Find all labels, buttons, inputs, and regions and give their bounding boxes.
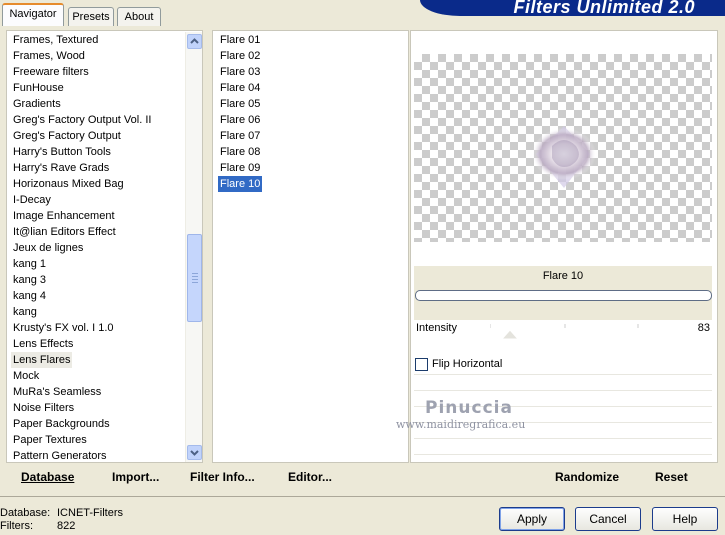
database-button[interactable]: Database (21, 470, 74, 484)
filter-item[interactable]: Flare 10 (218, 176, 263, 192)
category-item[interactable]: Pattern Generators (11, 448, 109, 462)
filter-item[interactable]: Flare 01 (218, 32, 262, 48)
category-item[interactable]: Greg's Factory Output (11, 128, 123, 144)
status-database-label: Database: (0, 507, 51, 519)
category-item[interactable]: kang (11, 304, 39, 320)
preview-canvas (414, 54, 712, 242)
cancel-button[interactable]: Cancel (575, 507, 641, 531)
watermark-name: Pinuccia (425, 398, 513, 418)
category-item[interactable]: It@lian Editors Effect (11, 224, 118, 240)
randomize-button[interactable]: Randomize (555, 470, 619, 484)
category-item[interactable]: Paper Backgrounds (11, 416, 112, 432)
help-button[interactable]: Help (652, 507, 718, 531)
filter-info-button[interactable]: Filter Info... (190, 470, 255, 484)
category-item[interactable]: kang 4 (11, 288, 48, 304)
category-item[interactable]: kang 1 (11, 256, 48, 272)
filter-item[interactable]: Flare 02 (218, 48, 262, 64)
category-item[interactable]: Harry's Rave Grads (11, 160, 111, 176)
category-list[interactable]: Frames, Textured Frames, Wood Freeware fil… (6, 30, 203, 463)
category-item[interactable]: Frames, Wood (11, 48, 87, 64)
progress-bar (415, 290, 712, 301)
preview-filter-name: Flare 10 (542, 270, 584, 282)
tab-about[interactable]: About (117, 7, 161, 27)
tab-presets[interactable]: Presets (68, 7, 114, 27)
import-button[interactable]: Import... (112, 470, 159, 484)
slider-thumb-icon (500, 329, 520, 340)
filter-item[interactable]: Flare 04 (218, 80, 262, 96)
scroll-thumb[interactable] (187, 234, 202, 322)
category-item[interactable]: Lens Effects (11, 336, 75, 352)
category-item[interactable]: Noise Filters (11, 400, 76, 416)
scroll-up-button[interactable] (187, 34, 202, 49)
app-title: Filters Unlimited 2.0 (513, 0, 695, 16)
status-filters-value: 822 (57, 520, 76, 532)
scroll-down-button[interactable] (187, 445, 202, 460)
category-item[interactable]: Greg's Factory Output Vol. II (11, 112, 153, 128)
category-item[interactable]: Image Enhancement (11, 208, 117, 224)
category-item[interactable]: Frames, Textured (11, 32, 100, 48)
filter-list[interactable]: Flare 01 Flare 02 Flare 03 Flare 04 Flare 05… (212, 30, 409, 463)
flip-horizontal-checkbox[interactable] (415, 358, 428, 371)
category-item[interactable]: Jeux de lignes (11, 240, 85, 256)
category-scrollbar[interactable] (185, 32, 202, 462)
category-item[interactable]: Lens Flares (11, 352, 73, 368)
category-item[interactable]: Krusty's FX vol. I 1.0 (11, 320, 116, 336)
apply-button[interactable]: Apply (499, 507, 565, 531)
filter-item[interactable]: Flare 07 (218, 128, 262, 144)
status-divider (0, 496, 725, 497)
category-item[interactable]: Horizonaus Mixed Bag (11, 176, 126, 192)
chevron-up-icon (190, 38, 199, 44)
filter-item[interactable]: Flare 03 (218, 64, 262, 80)
intensity-label: Intensity (416, 322, 457, 334)
category-item[interactable]: kang 3 (11, 272, 48, 288)
category-item[interactable]: Mock (11, 368, 41, 384)
category-item[interactable]: Paper Textures (11, 432, 89, 448)
filter-item[interactable]: Flare 06 (218, 112, 262, 128)
watermark-url: www.maidiregrafica.eu (396, 418, 526, 431)
flare-preview-image (532, 126, 596, 188)
category-item[interactable]: I-Decay (11, 192, 53, 208)
intensity-slider[interactable] (489, 322, 710, 340)
chevron-down-icon (190, 450, 199, 456)
status-filters-label: Filters: (0, 520, 33, 532)
filter-item[interactable]: Flare 09 (218, 160, 262, 176)
category-item[interactable]: MuRa's Seamless (11, 384, 103, 400)
filter-item[interactable]: Flare 05 (218, 96, 262, 112)
reset-button[interactable]: Reset (655, 470, 688, 484)
category-item[interactable]: Freeware filters (11, 64, 91, 80)
category-item[interactable]: FunHouse (11, 80, 66, 96)
category-item[interactable]: Harry's Button Tools (11, 144, 113, 160)
app-banner: Filters Unlimited 2.0 (420, 0, 725, 16)
status-database-value: ICNET-Filters (57, 507, 123, 519)
tab-navigator[interactable]: Navigator (2, 3, 64, 26)
category-item[interactable]: Gradients (11, 96, 63, 112)
filter-item[interactable]: Flare 08 (218, 144, 262, 160)
flip-horizontal-label: Flip Horizontal (432, 358, 503, 370)
editor-button[interactable]: Editor... (288, 470, 332, 484)
